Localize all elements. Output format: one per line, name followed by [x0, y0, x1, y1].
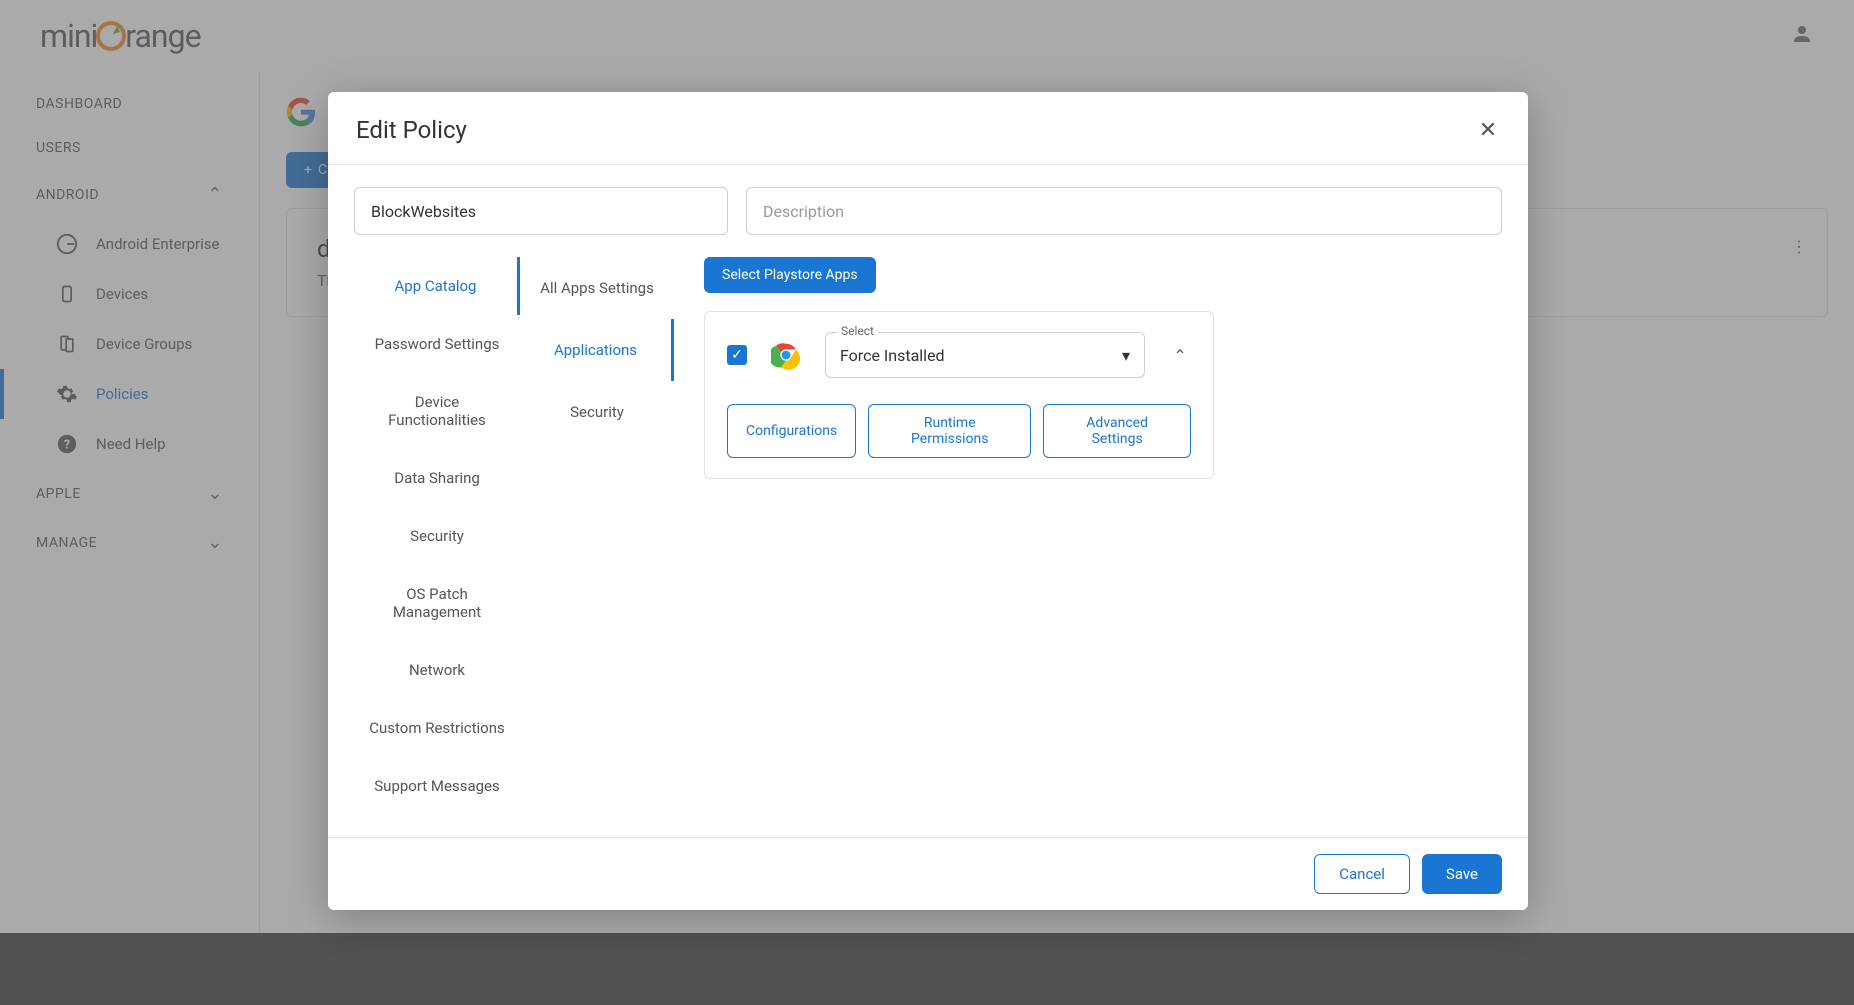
left-tab-password-settings[interactable]: Password Settings	[354, 315, 520, 373]
sub-tab-security[interactable]: Security	[520, 381, 674, 443]
save-button[interactable]: Save	[1422, 854, 1502, 894]
app-card: ✓ Select	[704, 311, 1214, 479]
modal-title: Edit Policy	[356, 116, 467, 144]
install-select[interactable]: Force Installed ▾	[825, 332, 1145, 378]
left-tab-os-patch[interactable]: OS Patch Management	[354, 565, 520, 641]
dropdown-icon: ▾	[1122, 346, 1130, 365]
select-playstore-button[interactable]: Select Playstore Apps	[704, 257, 876, 293]
sub-tab-applications[interactable]: Applications	[520, 319, 674, 381]
content-pane: Select Playstore Apps ✓	[674, 257, 1502, 815]
modal-footer: Cancel Save	[328, 837, 1528, 910]
app-checkbox[interactable]: ✓	[727, 345, 747, 365]
field-row	[354, 187, 1502, 235]
cancel-button[interactable]: Cancel	[1314, 854, 1410, 894]
collapse-toggle-icon[interactable]: ⌃	[1169, 344, 1191, 366]
left-tab-app-catalog[interactable]: App Catalog	[354, 257, 520, 315]
config-buttons: Configurations Runtime Permissions Advan…	[727, 404, 1191, 458]
runtime-permissions-button[interactable]: Runtime Permissions	[868, 404, 1031, 458]
left-tab-device-functionalities[interactable]: Device Functionalities	[354, 373, 520, 449]
modal-header: Edit Policy ✕	[328, 92, 1528, 165]
edit-policy-modal: Edit Policy ✕ App Catalog Password Setti…	[328, 92, 1528, 910]
close-icon[interactable]: ✕	[1476, 118, 1500, 142]
left-tab-data-sharing[interactable]: Data Sharing	[354, 449, 520, 507]
modal-body: App Catalog Password Settings Device Fun…	[328, 165, 1528, 837]
left-tab-support-messages[interactable]: Support Messages	[354, 757, 520, 815]
sub-tabs: All Apps Settings Applications Security	[520, 257, 674, 815]
advanced-settings-button[interactable]: Advanced Settings	[1043, 404, 1191, 458]
select-value: Force Installed	[840, 346, 945, 365]
left-tabs: App Catalog Password Settings Device Fun…	[354, 257, 520, 815]
policy-description-input[interactable]	[746, 187, 1502, 235]
chrome-icon	[771, 340, 801, 370]
sub-tab-all-apps[interactable]: All Apps Settings	[520, 257, 674, 319]
left-tab-network[interactable]: Network	[354, 641, 520, 699]
app-row: ✓ Select	[727, 332, 1191, 378]
configurations-button[interactable]: Configurations	[727, 404, 856, 458]
left-tab-security[interactable]: Security	[354, 507, 520, 565]
select-wrap: Select Force Installed ▾	[825, 332, 1145, 378]
policy-name-input[interactable]	[354, 187, 728, 235]
select-label: Select	[837, 324, 878, 338]
tabs-layout: App Catalog Password Settings Device Fun…	[354, 257, 1502, 815]
left-tab-custom-restrictions[interactable]: Custom Restrictions	[354, 699, 520, 757]
